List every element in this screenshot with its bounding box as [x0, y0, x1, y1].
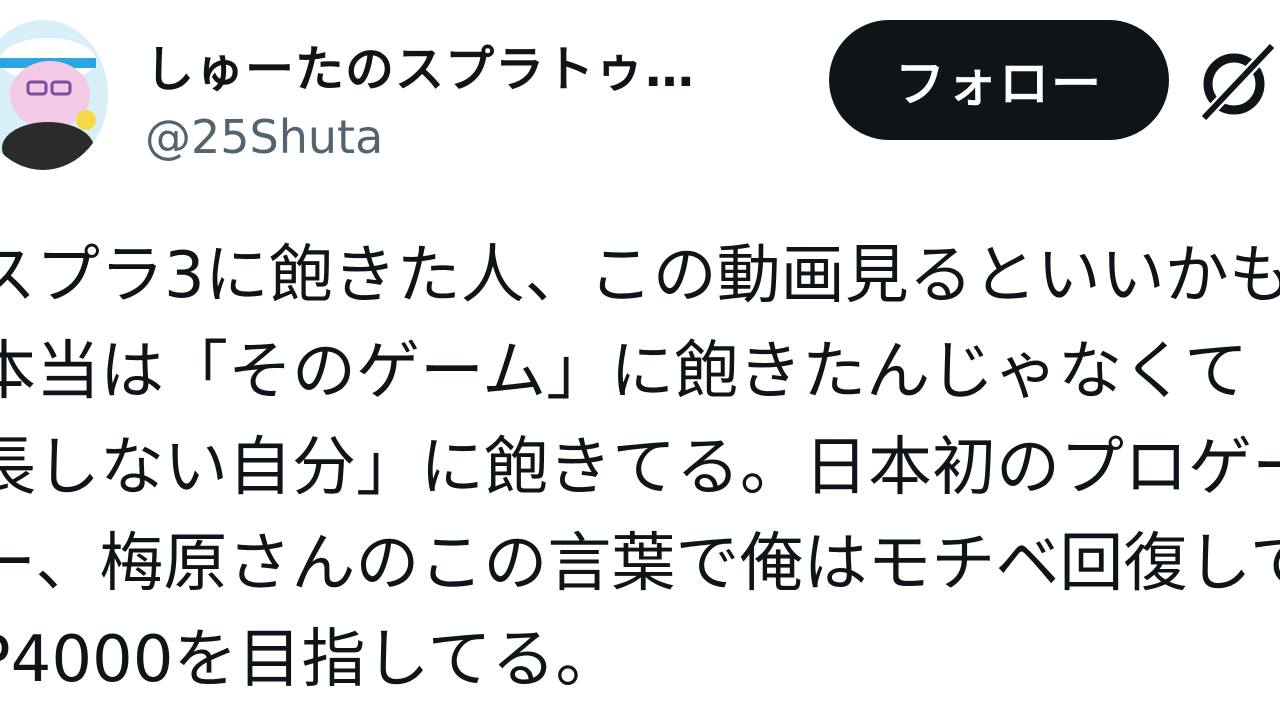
- tweet-line: P4000を目指してる。: [0, 623, 620, 697]
- tweet-line: スプラ3に飽きた人、この動画見るといいかも: [0, 239, 1280, 313]
- author-display-name[interactable]: しゅーたのスプラトゥ…: [145, 30, 785, 101]
- tweet-line: 長しない自分」に飽きてる。日本初のプロゲー: [0, 431, 1280, 505]
- tweet-line: ー、梅原さんのこの言葉で俺はモチベ回復して: [0, 527, 1280, 601]
- avatar[interactable]: [0, 20, 108, 170]
- follow-button[interactable]: フォロー: [829, 20, 1169, 140]
- tweet-line: 本当は「そのゲーム」に飽きたんじゃなくて: [0, 335, 1249, 409]
- grok-icon[interactable]: [1196, 40, 1280, 124]
- tweet-header: しゅーたのスプラトゥ… @25Shuta フォロー: [0, 0, 1280, 190]
- tweet-text: スプラ3に飽きた人、この動画見るといいかも 本当は「そのゲーム」に飽きたんじゃな…: [0, 228, 1280, 708]
- author-handle[interactable]: @25Shuta: [145, 110, 383, 164]
